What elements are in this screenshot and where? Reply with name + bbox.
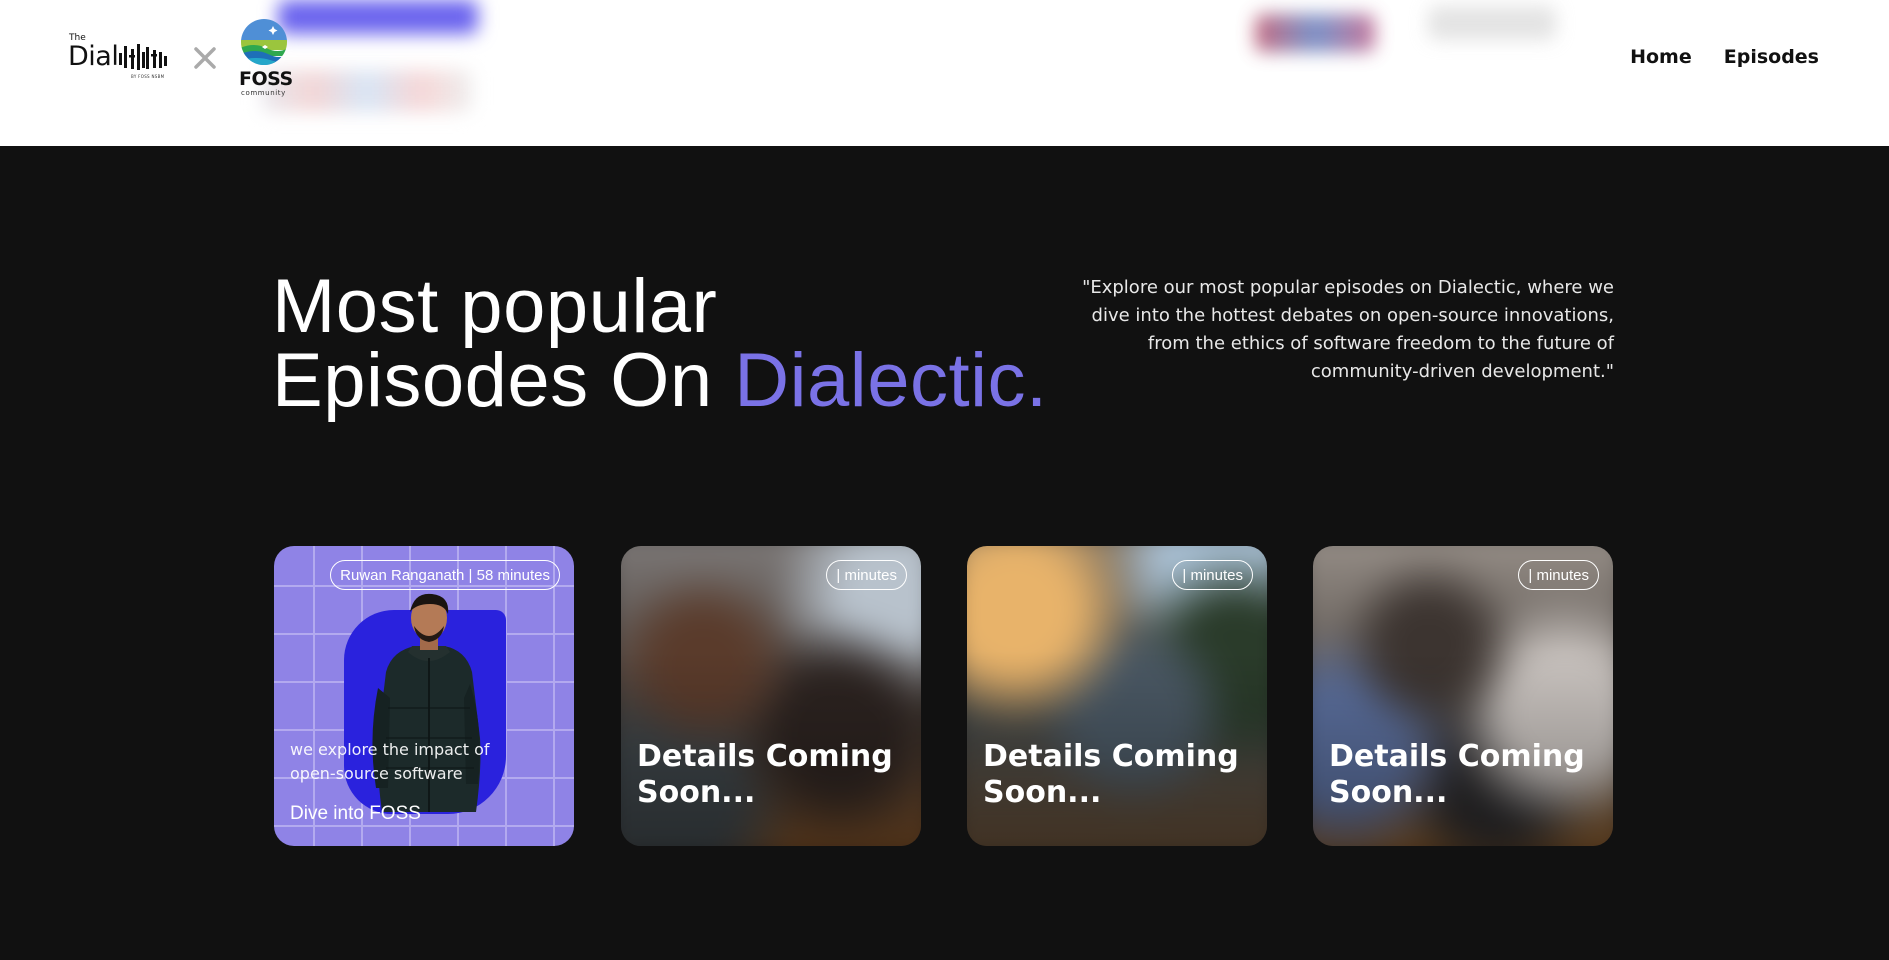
episode-card[interactable]: | minutes Details Coming Soon... [967,546,1267,846]
section-quote: "Explore our most popular episodes on Di… [1082,277,1614,382]
episode-title: Details Coming Soon... [983,739,1239,810]
episode-badge: | minutes [1518,560,1599,590]
logo-byline: BY FOSS NSBM [131,74,165,79]
episode-badge: | minutes [826,560,907,590]
brand-logos[interactable]: The Dial BY FOSS NSBM FOSS community [68,18,293,98]
episode-title: Dive into FOSS [290,803,421,824]
episode-card[interactable]: | minutes Details Coming Soon... [1313,546,1613,846]
section-headline: Most popular Episodes On Dialectic. [272,269,1048,419]
episode-title: Details Coming Soon... [637,739,893,810]
episode-card[interactable]: | minutes Details Coming Soon... [621,546,921,846]
soundwave-icon [119,44,167,70]
dialectic-logo[interactable]: The Dial BY FOSS NSBM [68,33,168,83]
episode-title: Details Coming Soon... [1329,739,1585,810]
nav-home-link[interactable]: Home [1630,46,1692,68]
headline-line-1: Most popular [272,264,718,349]
globe-icon [241,19,287,65]
blurred-overlay [262,70,472,112]
collaboration-x-icon [194,47,216,69]
nav-episodes-link[interactable]: Episodes [1724,46,1819,68]
headline-accent: Dialectic. [734,338,1048,423]
foss-community-logo[interactable]: FOSS community [236,18,293,98]
logo-word-text: Dial [68,41,119,72]
episode-card[interactable]: Ruwan Ranganath | 58 minutes we explore … [274,546,574,846]
blurred-overlay [278,0,478,34]
foss-wordmark: FOSS [239,68,293,90]
blurred-overlay [1255,14,1375,52]
main-nav: Home Episodes [1630,46,1819,68]
foss-subtitle: community [241,89,286,97]
site-header: The Dial BY FOSS NSBM FOSS community Hom… [0,0,1889,146]
headline-line-2: Episodes On [272,338,735,423]
episode-badge: Ruwan Ranganath | 58 minutes [330,560,560,590]
blurred-overlay [1428,6,1556,40]
episode-badge: | minutes [1172,560,1253,590]
episode-description: we explore the impact of open-source sof… [290,740,490,783]
